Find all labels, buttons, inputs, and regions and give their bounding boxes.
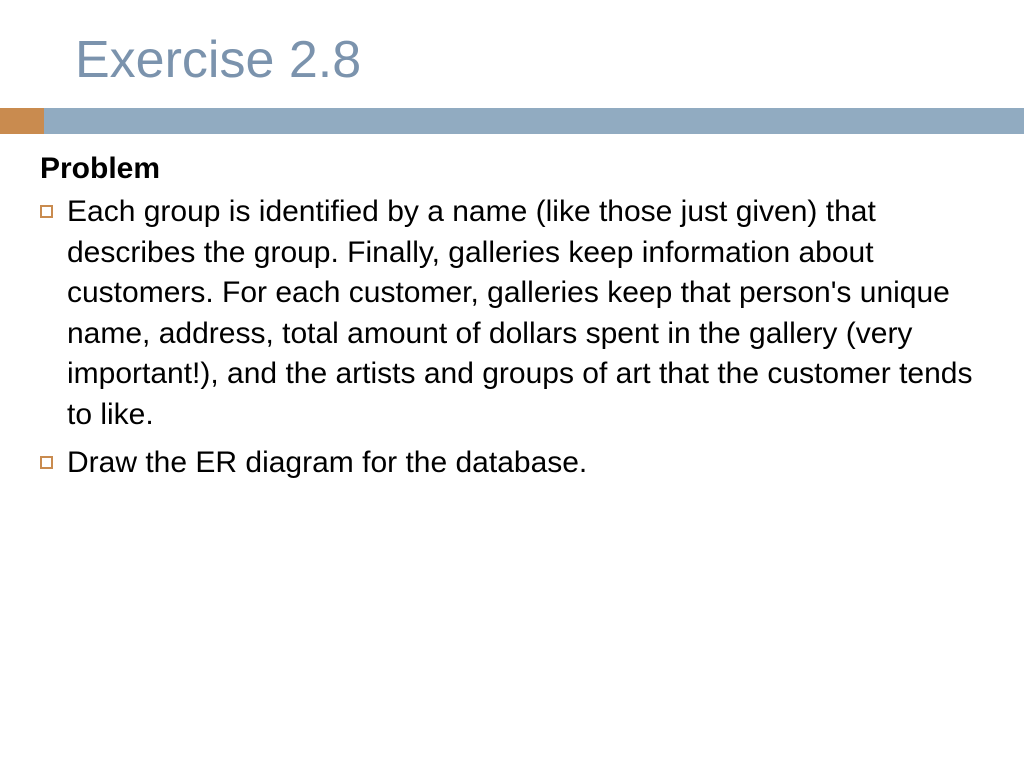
content-area: Problem Each group is identified by a na…	[0, 152, 1024, 484]
bullet-text: Each group is identified by a name (like…	[67, 192, 974, 435]
problem-heading: Problem	[40, 152, 974, 186]
slide-title: Exercise 2.8	[0, 30, 1024, 90]
bullet-icon	[40, 456, 53, 469]
list-item: Each group is identified by a name (like…	[40, 192, 974, 435]
bullet-text: Draw the ER diagram for the database.	[67, 443, 587, 484]
divider-accent	[0, 108, 44, 134]
list-item: Draw the ER diagram for the database.	[40, 443, 974, 484]
slide-container: Exercise 2.8 Problem Each group is ident…	[0, 0, 1024, 768]
divider-band	[0, 108, 1024, 134]
bullet-icon	[40, 205, 53, 218]
